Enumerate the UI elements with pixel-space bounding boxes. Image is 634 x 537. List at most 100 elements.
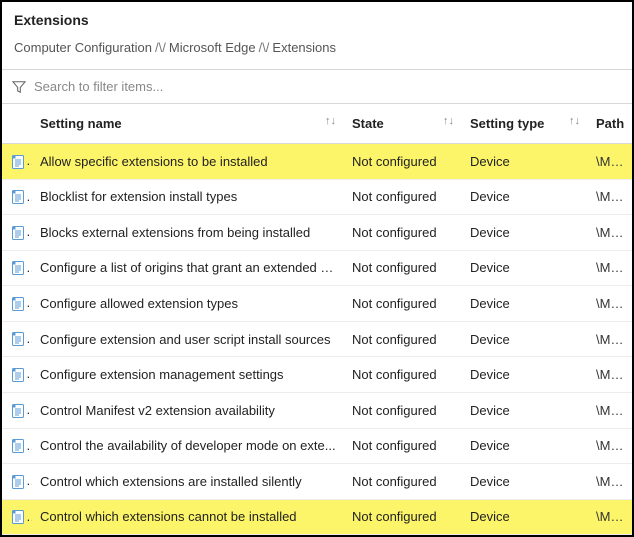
row-path: \Micros	[588, 321, 632, 357]
row-type: Device	[462, 286, 588, 322]
table-row[interactable]: Control which extensions cannot be insta…	[2, 499, 632, 535]
breadcrumb-item[interactable]: Computer Configuration	[14, 40, 152, 55]
table-row[interactable]: Control Manifest v2 extension availabili…	[2, 392, 632, 428]
table-header-row: Setting name ↑↓ State ↑↓ Setting type ↑↓…	[2, 104, 632, 144]
row-icon-cell	[2, 215, 32, 251]
row-path: \Micros	[588, 144, 632, 180]
chevron-sep-icon: /\/	[155, 40, 166, 55]
row-name[interactable]: Configure extension and user script inst…	[32, 321, 344, 357]
row-icon-cell	[2, 428, 32, 464]
table-row[interactable]: Allow specific extensions to be installe…	[2, 144, 632, 180]
filter-icon	[12, 80, 26, 94]
row-name[interactable]: Control which extensions are installed s…	[32, 464, 344, 500]
col-header-icon	[2, 104, 32, 144]
row-type: Device	[462, 499, 588, 535]
row-type: Device	[462, 215, 588, 251]
col-header-label: Setting name	[40, 116, 122, 131]
row-icon-cell	[2, 499, 32, 535]
col-header-label: Path	[596, 116, 624, 131]
document-icon	[10, 367, 26, 383]
row-path: \Micros	[588, 392, 632, 428]
document-icon	[10, 331, 26, 347]
row-state: Not configured	[344, 321, 462, 357]
row-type: Device	[462, 464, 588, 500]
row-icon-cell	[2, 357, 32, 393]
page-title: Extensions	[14, 12, 620, 28]
document-icon	[10, 296, 26, 312]
row-state: Not configured	[344, 179, 462, 215]
document-icon	[10, 474, 26, 490]
row-name[interactable]: Configure allowed extension types	[32, 286, 344, 322]
row-path: \Micros	[588, 215, 632, 251]
row-path: \Micros	[588, 179, 632, 215]
row-icon-cell	[2, 464, 32, 500]
row-path: \Micros	[588, 357, 632, 393]
document-icon	[10, 154, 26, 170]
chevron-sep-icon: /\/	[259, 40, 270, 55]
row-name[interactable]: Blocklist for extension install types	[32, 179, 344, 215]
settings-table: Setting name ↑↓ State ↑↓ Setting type ↑↓…	[2, 104, 632, 535]
document-icon	[10, 438, 26, 454]
col-header-state[interactable]: State ↑↓	[344, 104, 462, 144]
row-path: \Micros	[588, 286, 632, 322]
col-header-name[interactable]: Setting name ↑↓	[32, 104, 344, 144]
sort-icon[interactable]: ↑↓	[443, 116, 454, 127]
document-icon	[10, 509, 26, 525]
table-row[interactable]: Blocks external extensions from being in…	[2, 215, 632, 251]
row-state: Not configured	[344, 215, 462, 251]
row-name[interactable]: Configure a list of origins that grant a…	[32, 250, 344, 286]
table-row[interactable]: Configure extension and user script inst…	[2, 321, 632, 357]
row-name[interactable]: Configure extension management settings	[32, 357, 344, 393]
row-icon-cell	[2, 321, 32, 357]
document-icon	[10, 225, 26, 241]
col-header-path[interactable]: Path	[588, 104, 632, 144]
row-type: Device	[462, 321, 588, 357]
row-path: \Micros	[588, 250, 632, 286]
table-row[interactable]: Control which extensions are installed s…	[2, 464, 632, 500]
table-row[interactable]: Configure extension management settingsN…	[2, 357, 632, 393]
col-header-label: Setting type	[470, 116, 544, 131]
row-icon-cell	[2, 250, 32, 286]
search-bar[interactable]	[2, 70, 632, 104]
row-state: Not configured	[344, 144, 462, 180]
row-path: \Micros	[588, 464, 632, 500]
row-name[interactable]: Control Manifest v2 extension availabili…	[32, 392, 344, 428]
row-icon-cell	[2, 179, 32, 215]
row-type: Device	[462, 357, 588, 393]
row-state: Not configured	[344, 286, 462, 322]
col-header-label: State	[352, 116, 384, 131]
document-icon	[10, 403, 26, 419]
row-name[interactable]: Control the availability of developer mo…	[32, 428, 344, 464]
col-header-type[interactable]: Setting type ↑↓	[462, 104, 588, 144]
row-type: Device	[462, 392, 588, 428]
row-state: Not configured	[344, 464, 462, 500]
row-type: Device	[462, 428, 588, 464]
row-state: Not configured	[344, 357, 462, 393]
breadcrumb: Computer Configuration /\/ Microsoft Edg…	[14, 40, 620, 55]
row-icon-cell	[2, 144, 32, 180]
table-row[interactable]: Blocklist for extension install typesNot…	[2, 179, 632, 215]
row-name[interactable]: Control which extensions cannot be insta…	[32, 499, 344, 535]
row-path: \Micros	[588, 499, 632, 535]
table-row[interactable]: Control the availability of developer mo…	[2, 428, 632, 464]
row-state: Not configured	[344, 499, 462, 535]
table-row[interactable]: Configure allowed extension typesNot con…	[2, 286, 632, 322]
document-icon	[10, 260, 26, 276]
table-row[interactable]: Configure a list of origins that grant a…	[2, 250, 632, 286]
row-state: Not configured	[344, 392, 462, 428]
header: Extensions Computer Configuration /\/ Mi…	[2, 2, 632, 70]
search-input[interactable]	[32, 78, 622, 95]
row-state: Not configured	[344, 250, 462, 286]
breadcrumb-item[interactable]: Microsoft Edge	[169, 40, 256, 55]
row-icon-cell	[2, 392, 32, 428]
document-icon	[10, 189, 26, 205]
row-type: Device	[462, 179, 588, 215]
row-type: Device	[462, 144, 588, 180]
row-icon-cell	[2, 286, 32, 322]
row-name[interactable]: Allow specific extensions to be installe…	[32, 144, 344, 180]
sort-icon[interactable]: ↑↓	[569, 116, 580, 127]
row-path: \Micros	[588, 428, 632, 464]
breadcrumb-item[interactable]: Extensions	[272, 40, 336, 55]
sort-icon[interactable]: ↑↓	[325, 116, 336, 127]
row-name[interactable]: Blocks external extensions from being in…	[32, 215, 344, 251]
